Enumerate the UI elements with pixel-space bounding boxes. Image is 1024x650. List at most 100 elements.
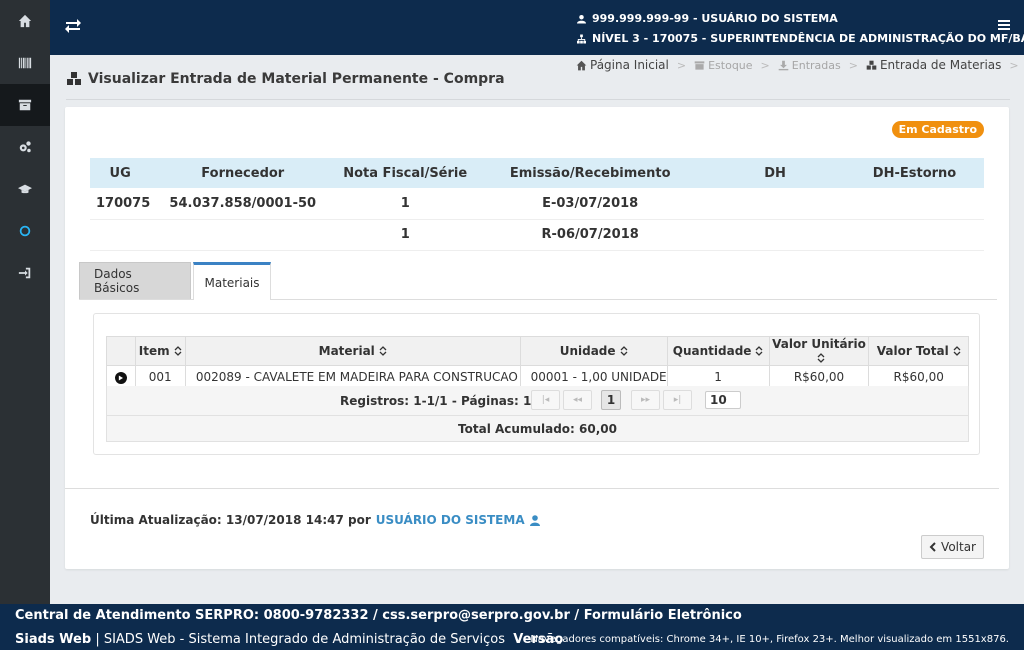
footer-browsers: Navegadores compatíveis: Chrome 34+, IE … xyxy=(530,634,1009,645)
last-update: Última Atualização: 13/07/2018 14:47 por… xyxy=(90,513,540,527)
gears-icon xyxy=(19,141,31,153)
col-quantidade[interactable]: Quantidade xyxy=(666,336,770,366)
paginator: Registros: 1-1/1 - Páginas: 1/1 |◂ ◂◂ 1 … xyxy=(106,386,969,416)
last-page-button[interactable]: ▸| xyxy=(663,390,692,410)
summary-row: 170075 54.037.858/0001-50 1 E-03/07/2018 xyxy=(90,188,984,220)
summary-table: UG Fornecedor Nota Fiscal/Série Emissão/… xyxy=(90,158,984,251)
sidebar-settings[interactable] xyxy=(0,126,50,168)
col-valor-unitario[interactable]: Valor Unitário xyxy=(768,336,870,366)
materials-header-row: Item Material Unidade Quantidade Valor U… xyxy=(106,336,969,366)
page-button[interactable]: 1 xyxy=(601,390,621,410)
user-icon xyxy=(577,14,586,24)
breadcrumb-entradas[interactable]: Entradas xyxy=(778,59,841,72)
summary-row: 1 R-06/07/2018 xyxy=(90,219,984,251)
cubes-icon xyxy=(67,72,81,85)
cell-ug xyxy=(90,219,151,251)
breadcrumb-home[interactable]: Página Inicial xyxy=(576,58,669,72)
col-emissao: Emissão/Recebimento xyxy=(475,158,706,188)
summary-header-row: UG Fornecedor Nota Fiscal/Série Emissão/… xyxy=(90,158,984,188)
sort-icon xyxy=(755,346,763,356)
play-circle-icon[interactable] xyxy=(114,371,127,384)
cell-unidade: 00001 - 1,00 UNIDADE xyxy=(519,365,668,388)
user-info: 999.999.999-99 - USUÁRIO DO SISTEMA NÍVE… xyxy=(577,9,1024,49)
divider xyxy=(65,488,999,489)
cell-fornecedor: 54.037.858/0001-50 xyxy=(150,188,336,220)
cell-valor-unitario: R$60,00 xyxy=(768,365,870,388)
col-item[interactable]: Item xyxy=(134,336,186,366)
tab-materiais[interactable]: Materiais xyxy=(193,262,271,300)
sidebar-status[interactable] xyxy=(0,210,50,252)
sidebar-barcode[interactable] xyxy=(0,42,50,84)
col-nota-fiscal: Nota Fiscal/Série xyxy=(335,158,476,188)
col-expand xyxy=(106,336,136,366)
materials-box: Item Material Unidade Quantidade Valor U… xyxy=(93,313,980,455)
breadcrumb-estoque[interactable]: Estoque xyxy=(694,59,753,72)
user-icon xyxy=(529,514,540,526)
footer: Central de Atendimento SERPRO: 0800-9782… xyxy=(0,604,1024,650)
chevron-left-icon xyxy=(929,542,936,552)
cell-recebimento: R-06/07/2018 xyxy=(475,219,706,251)
footer-system-name: | SIADS Web - Sistema Integrado de Admin… xyxy=(95,632,506,647)
sort-icon xyxy=(379,346,387,356)
total-accumulated: Total Acumulado: 60,00 xyxy=(106,416,969,442)
sort-icon xyxy=(620,346,627,356)
cell-valor-total: R$60,00 xyxy=(868,365,969,388)
page-title: Visualizar Entrada de Material Permanent… xyxy=(66,71,505,87)
cell-dh xyxy=(705,219,846,251)
archive-icon xyxy=(694,60,705,70)
home-icon xyxy=(18,14,32,28)
download-icon xyxy=(778,60,789,70)
col-unidade[interactable]: Unidade xyxy=(519,336,668,366)
sort-icon xyxy=(817,353,825,363)
prev-page-button[interactable]: ◂◂ xyxy=(563,390,592,410)
next-page-button[interactable]: ▸▸ xyxy=(631,390,660,410)
exchange-icon[interactable] xyxy=(64,17,82,35)
hamburger-menu-icon[interactable] xyxy=(998,19,1010,31)
cell-item: 001 xyxy=(134,365,186,388)
back-button[interactable]: Voltar xyxy=(921,535,984,559)
last-update-user-link[interactable]: USUÁRIO DO SISTEMA xyxy=(376,513,525,527)
materials-table: Item Material Unidade Quantidade Valor U… xyxy=(106,336,969,388)
col-dh-estorno: DH-Estorno xyxy=(845,158,984,188)
cell-dh-estorno xyxy=(845,219,984,251)
cubes-icon xyxy=(866,60,877,70)
cell-nota-fiscal: 1 xyxy=(335,219,476,251)
table-row: 001 002089 - CAVALETE EM MADEIRA PARA CO… xyxy=(106,365,969,388)
sitemap-icon xyxy=(577,34,586,44)
sidebar-training[interactable] xyxy=(0,168,50,210)
cell-quantidade: 1 xyxy=(666,365,770,388)
cell-ug: 170075 xyxy=(90,188,151,220)
sidebar-logout[interactable] xyxy=(0,252,50,294)
archive-icon xyxy=(18,99,32,111)
tab-bar: Dados Básicos Materiais xyxy=(79,262,997,300)
user-name: 999.999.999-99 - USUÁRIO DO SISTEMA xyxy=(592,12,838,25)
cell-dh-estorno xyxy=(845,188,984,220)
breadcrumb-entrada-materias[interactable]: Entrada de Materias xyxy=(866,58,1001,72)
sidebar xyxy=(0,0,50,604)
main-panel: Em Cadastro UG Fornecedor Nota Fiscal/Sé… xyxy=(65,107,1009,569)
sidebar-home[interactable] xyxy=(0,0,50,42)
breadcrumb: Página Inicial > Estoque > Entradas > En… xyxy=(576,58,1024,72)
barcode-icon xyxy=(18,57,32,69)
tab-dados-basicos[interactable]: Dados Básicos xyxy=(79,262,191,299)
col-material[interactable]: Material xyxy=(184,336,521,366)
footer-brand: Siads Web xyxy=(15,632,92,647)
home-icon xyxy=(576,60,587,70)
cell-material: 002089 - CAVALETE EM MADEIRA PARA CONSTR… xyxy=(184,365,521,388)
col-valor-total[interactable]: Valor Total xyxy=(868,336,969,366)
sidebar-archive[interactable] xyxy=(0,84,50,126)
footer-contact: Central de Atendimento SERPRO: 0800-9782… xyxy=(15,608,742,623)
cell-emissao: E-03/07/2018 xyxy=(475,188,706,220)
sign-in-icon xyxy=(18,267,31,279)
pager-info: Registros: 1-1/1 - Páginas: 1/1 xyxy=(340,394,545,408)
cell-fornecedor xyxy=(150,219,336,251)
col-fornecedor: Fornecedor xyxy=(150,158,336,188)
circle-icon xyxy=(19,225,31,237)
first-page-button[interactable]: |◂ xyxy=(531,390,560,410)
row-expand-cell xyxy=(106,365,136,388)
sort-icon xyxy=(953,346,961,356)
sort-icon xyxy=(174,346,182,356)
footer-system: Siads Web | SIADS Web - Sistema Integrad… xyxy=(15,632,563,647)
page-size-select[interactable]: 10 xyxy=(705,391,741,409)
status-badge: Em Cadastro xyxy=(891,121,984,138)
